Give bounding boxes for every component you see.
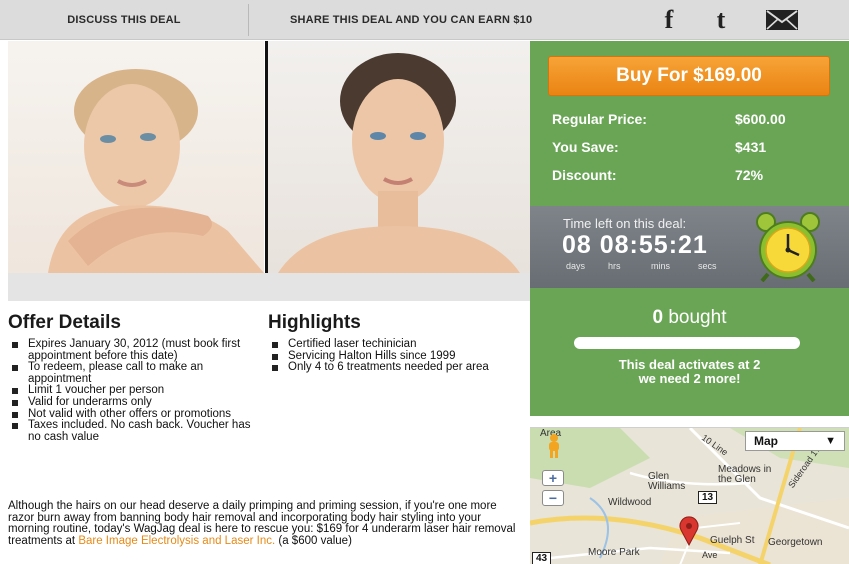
countdown-label: Time left on this deal: — [563, 216, 687, 231]
photo-caption-strip — [8, 273, 530, 301]
discount-label: Discount: — [552, 167, 617, 183]
woman-portrait-right — [278, 53, 520, 273]
topbar-divider — [248, 4, 249, 36]
activation-note: This deal activates at 2 we need 2 more! — [530, 358, 849, 386]
list-item: To redeem, please call to make an appoin… — [8, 361, 258, 385]
deal-description: Although the hairs on our head deserve a… — [8, 500, 520, 548]
bought-status: 0 bought — [530, 307, 849, 329]
share-deal-link[interactable]: SHARE THIS DEAL AND YOU CAN EARN $10 — [290, 0, 532, 40]
you-save-label: You Save: — [552, 139, 619, 155]
discuss-deal-link[interactable]: DISCUSS THIS DEAL — [0, 0, 248, 40]
countdown-unit-hrs: hrs — [608, 261, 621, 271]
highlights-list: Certified laser techinician Servicing Ha… — [268, 338, 520, 374]
buy-button[interactable]: Buy For $169.00 — [548, 56, 830, 96]
merchant-link[interactable]: Bare Image Electrolysis and Laser Inc. — [78, 535, 275, 547]
mail-icon[interactable] — [764, 6, 800, 34]
chevron-down-icon: ▼ — [825, 435, 836, 447]
map-label-georgetown: Georgetown — [768, 537, 823, 548]
map-label-meadows: Meadows in the Glen — [718, 464, 772, 485]
description-suffix: (a $600 value) — [275, 535, 352, 548]
list-item: Valid for underarms only — [8, 396, 258, 409]
list-item: Taxes included. No cash back. Voucher ha… — [8, 419, 258, 443]
list-item: Expires January 30, 2012 (must book firs… — [8, 338, 258, 362]
map-label-moore-park: Moore Park — [588, 547, 640, 558]
countdown-digits: 08 08:55:21 — [562, 231, 708, 259]
activation-line-1: This deal activates at 2 — [618, 357, 761, 372]
facebook-icon[interactable]: f — [656, 5, 682, 34]
bought-label: bought — [668, 307, 727, 328]
mail-icon-graphic — [766, 10, 798, 30]
offer-details-list: Expires January 30, 2012 (must book firs… — [8, 338, 258, 443]
zoom-in-button[interactable]: + — [542, 470, 564, 486]
list-item: Certified laser techinician — [268, 338, 520, 351]
discount-value: 72% — [735, 167, 764, 183]
bought-count: 0 — [652, 307, 664, 328]
countdown-unit-mins: mins — [651, 261, 671, 271]
street-view-pegman-icon[interactable] — [546, 433, 562, 459]
offer-details-heading: Offer Details — [8, 312, 121, 333]
map-pin-icon[interactable] — [678, 516, 700, 546]
bought-progress-bar — [574, 337, 800, 349]
highlights-heading: Highlights — [268, 312, 361, 333]
alarm-clock-icon — [756, 212, 820, 282]
map-type-select[interactable]: Map ▼ — [745, 431, 845, 451]
regular-price-value: $600.00 — [735, 111, 786, 127]
zoom-out-button[interactable]: − — [542, 490, 564, 506]
map-label-wildwood: Wildwood — [608, 497, 652, 508]
map-label-ave: Ave — [702, 550, 718, 560]
deal-photo-right — [268, 41, 530, 273]
road-badge-43: 43 — [532, 552, 552, 564]
map-type-label: Map — [754, 434, 778, 448]
countdown-unit-secs: secs — [698, 261, 717, 271]
countdown-unit-days: days — [566, 261, 586, 271]
woman-portrait-left — [48, 69, 264, 273]
twitter-icon[interactable]: t — [708, 5, 734, 34]
map-label-glen-williams: Glen Williams — [648, 471, 686, 492]
activation-line-2: we need 2 more! — [638, 371, 741, 386]
deal-photo-left — [8, 41, 264, 273]
list-item: Only 4 to 6 treatments needed per area — [268, 362, 520, 374]
map-label-guelph-st: Guelph St — [710, 535, 755, 546]
regular-price-label: Regular Price: — [552, 111, 647, 127]
road-badge-13: 13 — [698, 491, 718, 504]
map-zoom-control: + − — [540, 470, 566, 510]
you-save-value: $431 — [735, 139, 767, 155]
